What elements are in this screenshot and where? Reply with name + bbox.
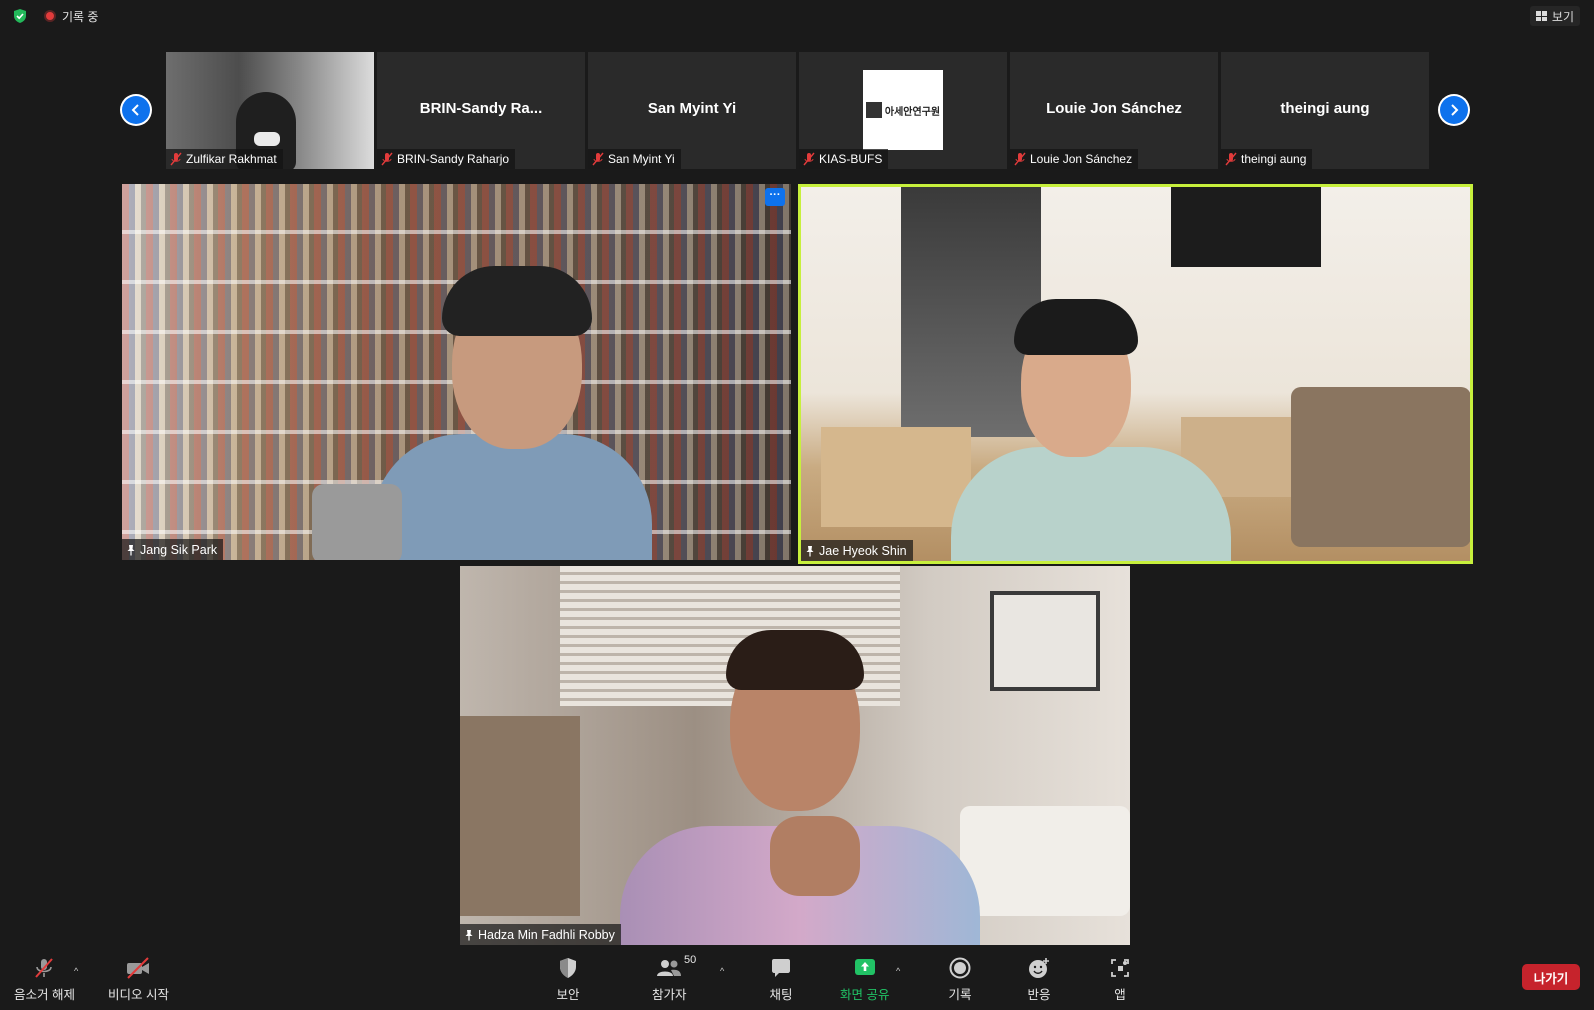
participants-count: 50: [684, 954, 697, 966]
view-button[interactable]: 보기: [1529, 6, 1580, 26]
share-options-caret-icon[interactable]: ^: [896, 966, 900, 976]
more-options-button[interactable]: ···: [765, 188, 785, 206]
apps-button[interactable]: 앱: [1105, 956, 1135, 1003]
participant-body: [372, 434, 652, 560]
participant-name-tag: theingi aung: [1221, 149, 1313, 169]
mic-muted-icon: [170, 152, 182, 166]
participants-icon: [657, 960, 682, 976]
mic-muted-icon: [1014, 152, 1026, 166]
hand: [770, 816, 860, 896]
mic-muted-icon: [35, 958, 54, 978]
mic-muted-icon: [803, 152, 815, 166]
organization-logo: 아세안연구원: [863, 70, 943, 150]
share-screen-button[interactable]: 화면 공유: [840, 956, 889, 1003]
record-button[interactable]: 기록: [945, 956, 975, 1003]
participant-name-tag: Louie Jon Sánchez: [1010, 149, 1139, 169]
participant-thumbnail[interactable]: Zulfikar Rakhmat: [166, 52, 374, 169]
pin-icon: [127, 544, 135, 555]
participant-name-tag: Hadza Min Fadhli Robby: [460, 924, 621, 945]
unmute-button[interactable]: 음소거 해제: [14, 956, 75, 1003]
previous-page-button[interactable]: [120, 94, 152, 126]
pin-icon: [465, 929, 473, 940]
reactions-button[interactable]: 반응: [1024, 956, 1054, 1003]
participant-name-tag: KIAS-BUFS: [799, 149, 889, 169]
wall-tv: [1171, 187, 1321, 267]
bookshelf: [460, 716, 580, 916]
mic-muted-icon: [592, 152, 604, 166]
logo-mark-icon: [865, 102, 882, 118]
recording-label: 기록 중: [62, 9, 99, 24]
participant-display-name: BRIN-Sandy Ra...: [419, 100, 543, 117]
security-button[interactable]: 보안: [553, 956, 583, 1003]
microphone: [312, 484, 402, 560]
participant-body: [951, 447, 1231, 561]
shield-icon: [560, 958, 576, 978]
participant-thumbnail[interactable]: theingi aung theingi aung: [1221, 52, 1429, 169]
share-screen-icon: [854, 959, 875, 975]
view-label: 보기: [1551, 9, 1574, 24]
participant-thumbnail[interactable]: Louie Jon Sánchez Louie Jon Sánchez: [1010, 52, 1218, 169]
chat-button[interactable]: 채팅: [766, 956, 796, 1003]
emoji-reaction-icon: [1029, 958, 1049, 978]
participant-thumbnail[interactable]: 아세안연구원 KIAS-BUFS: [799, 52, 1007, 169]
leave-meeting-button[interactable]: 나가기: [1522, 964, 1580, 990]
participant-thumbnail[interactable]: San Myint Yi San Myint Yi: [588, 52, 796, 169]
grid-view-icon: [1535, 11, 1547, 21]
recording-dot-icon: [44, 10, 56, 22]
next-page-button[interactable]: [1438, 94, 1470, 126]
mic-muted-icon: [381, 152, 393, 166]
participant-thumbnail-strip: Zulfikar Rakhmat BRIN-Sandy Ra... BRIN-S…: [166, 52, 1429, 169]
chevron-left-icon: [131, 104, 139, 116]
encryption-shield-icon[interactable]: [12, 8, 28, 24]
bulletin-board: [990, 591, 1100, 691]
chevron-right-icon: [1451, 104, 1459, 116]
participant-display-name: theingi aung: [1280, 100, 1370, 117]
mic-muted-icon: [1225, 152, 1237, 166]
participants-button[interactable]: 50 참가자: [652, 954, 696, 1003]
recording-indicator[interactable]: 기록 중: [44, 8, 98, 24]
window: [901, 187, 1041, 437]
participant-display-name: Louie Jon Sánchez: [1046, 100, 1182, 117]
video-off-icon: [127, 957, 150, 979]
participant-name-tag: Jae Hyeok Shin: [801, 540, 913, 561]
participant-display-name: San Myint Yi: [647, 100, 737, 117]
video-tile[interactable]: Hadza Min Fadhli Robby: [460, 566, 1130, 945]
video-tile-active-speaker[interactable]: Jae Hyeok Shin: [798, 184, 1473, 564]
participant-name-tag: San Myint Yi: [588, 149, 681, 169]
participant-name-tag: Jang Sik Park: [122, 539, 224, 560]
chairs: [1291, 387, 1470, 547]
pin-icon: [806, 545, 814, 556]
sofa: [960, 806, 1130, 916]
apps-icon: [1111, 959, 1129, 977]
participant-name-tag: BRIN-Sandy Raharjo: [377, 149, 516, 169]
meeting-toolbar: 음소거 해제 ^ 비디오 시작 보안 50 참가자 ^ 채팅 화면 공유 ^ 기…: [0, 950, 1594, 1010]
video-tile[interactable]: ··· Jang Sik Park: [122, 184, 791, 560]
record-icon: [949, 957, 971, 979]
chat-icon: [772, 959, 790, 977]
start-video-button[interactable]: 비디오 시작: [108, 956, 169, 1003]
top-bar: 기록 중 보기: [0, 0, 1594, 32]
audio-options-caret-icon[interactable]: ^: [74, 966, 78, 976]
participant-thumbnail[interactable]: BRIN-Sandy Ra... BRIN-Sandy Raharjo: [377, 52, 585, 169]
participant-name-tag: Zulfikar Rakhmat: [166, 149, 283, 169]
participants-options-caret-icon[interactable]: ^: [720, 966, 724, 976]
